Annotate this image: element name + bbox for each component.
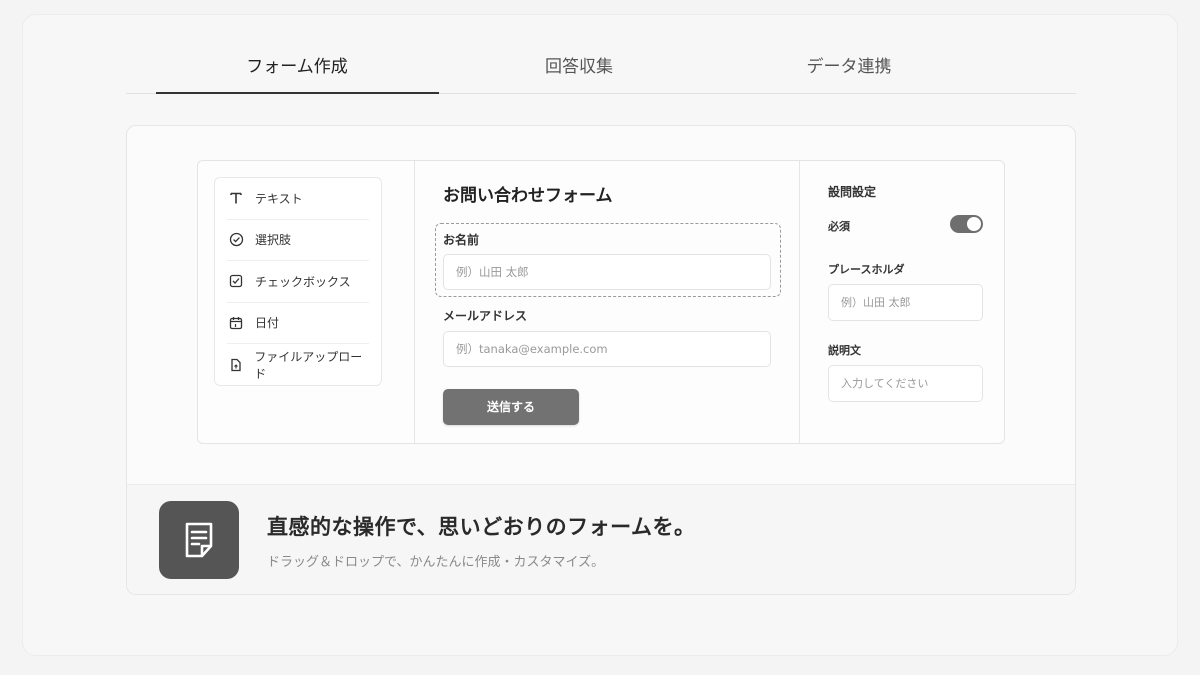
palette-item-date[interactable]: 日付: [227, 303, 369, 344]
form-builder: テキスト 選択肢 チェックボックス 日付 ファイルアップロード お問い合わせフォ…: [197, 160, 1005, 444]
name-field-label: お名前: [443, 233, 480, 247]
submit-button[interactable]: 送信する: [443, 389, 579, 425]
form-title: お問い合わせフォーム: [443, 186, 613, 206]
description-input[interactable]: 入力してください: [828, 365, 983, 402]
document-icon: [159, 501, 239, 579]
description-label: 説明文: [828, 344, 861, 357]
palette-item-file-upload[interactable]: ファイルアップロード: [227, 344, 369, 386]
check-circle-icon: [227, 231, 245, 249]
palette-item-label: テキスト: [255, 191, 303, 206]
text-icon: [227, 189, 245, 207]
tab-data-link[interactable]: データ連携: [708, 52, 990, 94]
placeholder-label: プレースホルダ: [828, 263, 905, 276]
form-preview: お問い合わせフォーム お名前 例）山田 太郎 メールアドレス 例）tanaka@…: [415, 161, 799, 443]
palette-item-text[interactable]: テキスト: [227, 178, 369, 220]
palette-item-label: 日付: [255, 316, 280, 331]
palette-item-checkbox[interactable]: チェックボックス: [227, 261, 369, 303]
required-label: 必須: [828, 220, 850, 233]
name-input[interactable]: 例）山田 太郎: [443, 254, 771, 290]
banner-headline: 直感的な操作で、思いどおりのフォームを。: [267, 515, 696, 539]
tab-response-collect[interactable]: 回答収集: [438, 52, 720, 94]
palette-item-choice[interactable]: 選択肢: [227, 220, 369, 261]
settings-title: 設問設定: [828, 185, 877, 199]
active-tab-indicator: [156, 92, 439, 94]
palette-item-label: 選択肢: [255, 233, 292, 248]
question-settings-panel: 設問設定 必須 プレースホルダ 例）山田 太郎 説明文 入力してください: [800, 161, 1006, 443]
email-field-label: メールアドレス: [443, 309, 528, 323]
field-palette: テキスト 選択肢 チェックボックス 日付 ファイルアップロード: [214, 177, 382, 386]
palette-item-label: ファイルアップロード: [254, 349, 363, 381]
tab-bar: フォーム作成 回答収集 データ連携: [126, 52, 1076, 94]
toggle-knob: [967, 217, 981, 231]
file-upload-icon: [227, 356, 244, 374]
calendar-icon: [227, 314, 245, 332]
preview-card: テキスト 選択肢 チェックボックス 日付 ファイルアップロード お問い合わせフォ…: [126, 125, 1076, 595]
required-toggle[interactable]: [950, 215, 983, 233]
placeholder-input[interactable]: 例）山田 太郎: [828, 284, 983, 321]
feature-banner: 直感的な操作で、思いどおりのフォームを。 ドラッグ＆ドロップで、かんたんに作成・…: [127, 484, 1075, 594]
palette-item-label: チェックボックス: [255, 274, 351, 289]
banner-subline: ドラッグ＆ドロップで、かんたんに作成・カスタマイズ。: [267, 555, 605, 570]
checkbox-icon: [227, 272, 245, 290]
email-input[interactable]: 例）tanaka@example.com: [443, 331, 771, 367]
tab-form-create[interactable]: フォーム作成: [156, 52, 438, 94]
